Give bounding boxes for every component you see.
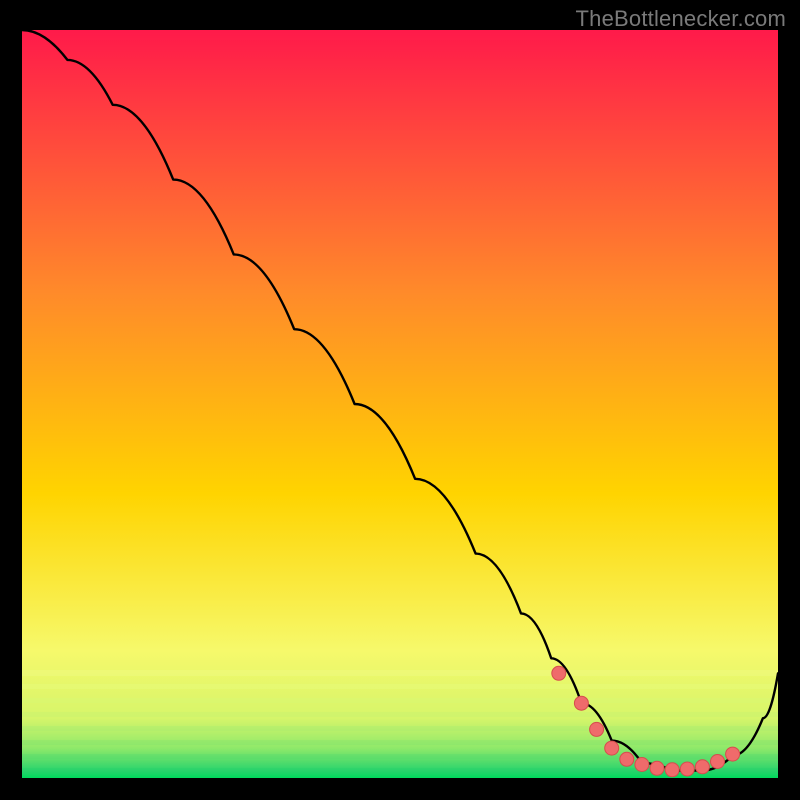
marker-dot <box>650 761 664 775</box>
marker-dot <box>574 696 588 710</box>
marker-dot <box>665 763 679 777</box>
marker-dot <box>635 758 649 772</box>
gradient-background <box>22 30 778 778</box>
marker-dot <box>680 762 694 776</box>
marker-dot <box>726 747 740 761</box>
marker-dot <box>552 666 566 680</box>
plot-area <box>22 30 778 778</box>
chart-svg <box>22 30 778 778</box>
marker-dot <box>711 755 725 769</box>
marker-dot <box>695 760 709 774</box>
marker-dot <box>605 741 619 755</box>
marker-dot <box>590 722 604 736</box>
marker-dot <box>620 752 634 766</box>
watermark-text: TheBottlenecker.com <box>576 6 786 32</box>
chart-stage: TheBottlenecker.com <box>0 0 800 800</box>
